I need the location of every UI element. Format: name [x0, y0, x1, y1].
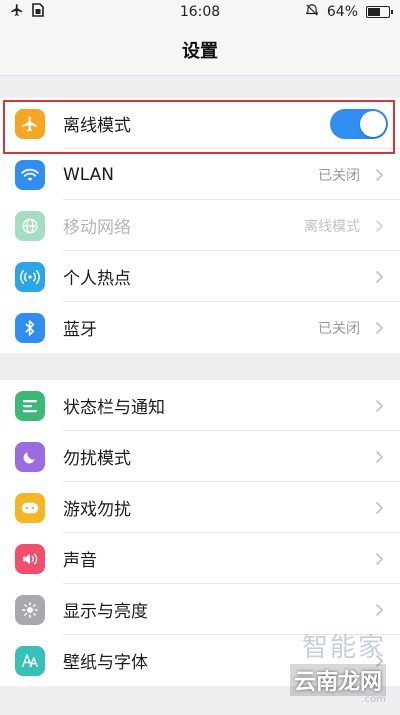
airplane-mode-toggle[interactable] — [330, 108, 388, 139]
section-spacer — [0, 353, 400, 380]
gamepad-icon — [15, 492, 45, 523]
settings-row-airplane[interactable]: 离线模式 — [0, 98, 400, 149]
status-time: 16:08 — [179, 4, 221, 20]
settings-row-label: 声音 — [63, 551, 97, 571]
settings-row-label: 勿扰模式 — [63, 449, 131, 469]
settings-row-value: 已关闭 — [318, 167, 360, 184]
chevron-right-icon — [368, 321, 390, 335]
chevron-right-icon — [368, 501, 390, 515]
settings-row-display[interactable]: 显示与亮度 — [0, 584, 400, 635]
chevron-right-icon — [368, 168, 390, 182]
chevron-right-icon — [368, 654, 390, 668]
settings-row-hotspot[interactable]: 个人热点 — [0, 251, 400, 302]
top-spacer — [0, 76, 400, 98]
chevron-right-icon — [368, 450, 390, 464]
watermark-sub-text: .com — [361, 694, 386, 705]
settings-row-dnd[interactable]: 勿扰模式 — [0, 431, 400, 482]
settings-group-network: 离线模式 WLAN 已关闭 移动网络 离线模式 个人热点 蓝牙 已关闭 — [0, 98, 400, 353]
speaker-icon — [15, 543, 45, 574]
settings-row-wlan[interactable]: WLAN 已关闭 — [0, 149, 400, 200]
settings-row-label: 移动网络 — [63, 218, 131, 238]
settings-row-label: 离线模式 — [63, 116, 131, 136]
globe-icon — [15, 210, 45, 241]
settings-row-sound[interactable]: 声音 — [0, 533, 400, 584]
settings-row-label: 个人热点 — [63, 269, 131, 289]
page-title: 设置 — [182, 40, 218, 62]
settings-row-mobile-network: 移动网络 离线模式 — [0, 200, 400, 251]
settings-row-value: 已关闭 — [318, 320, 360, 337]
chevron-right-icon — [368, 399, 390, 413]
settings-row-bluetooth[interactable]: 蓝牙 已关闭 — [0, 302, 400, 353]
settings-row-label: 状态栏与通知 — [63, 398, 165, 418]
chevron-right-icon — [368, 603, 390, 617]
toggle-knob — [360, 110, 386, 137]
settings-row-label: 游戏勿扰 — [63, 500, 131, 520]
wifi-icon — [15, 159, 45, 190]
settings-row-label: 壁纸与字体 — [63, 653, 148, 673]
font-icon — [15, 645, 45, 676]
settings-row-label: 蓝牙 — [63, 320, 97, 340]
page-title-bar: 设置 — [0, 24, 400, 76]
battery-icon — [366, 6, 393, 18]
moon-icon — [15, 441, 45, 472]
settings-row-label: 显示与亮度 — [63, 602, 148, 622]
bluetooth-icon — [15, 312, 45, 343]
airplane-icon — [15, 108, 45, 139]
settings-row-value: 离线模式 — [304, 218, 360, 235]
settings-row-wallpaper[interactable]: 壁纸与字体 — [0, 635, 400, 686]
chevron-right-icon — [368, 552, 390, 566]
settings-row-label: WLAN — [63, 164, 115, 185]
brightness-icon — [15, 594, 45, 625]
settings-row-game-dnd[interactable]: 游戏勿扰 — [0, 482, 400, 533]
chevron-right-icon — [368, 270, 390, 284]
hotspot-icon — [15, 261, 45, 292]
status-bar: 16:08 64% — [0, 0, 400, 24]
notification-list-icon — [15, 390, 45, 421]
settings-group-system: 状态栏与通知 勿扰模式 游戏勿扰 声音 显示与亮度 壁纸与字体 — [0, 380, 400, 686]
settings-row-statusbar-notifications[interactable]: 状态栏与通知 — [0, 380, 400, 431]
chevron-right-icon — [368, 219, 390, 233]
